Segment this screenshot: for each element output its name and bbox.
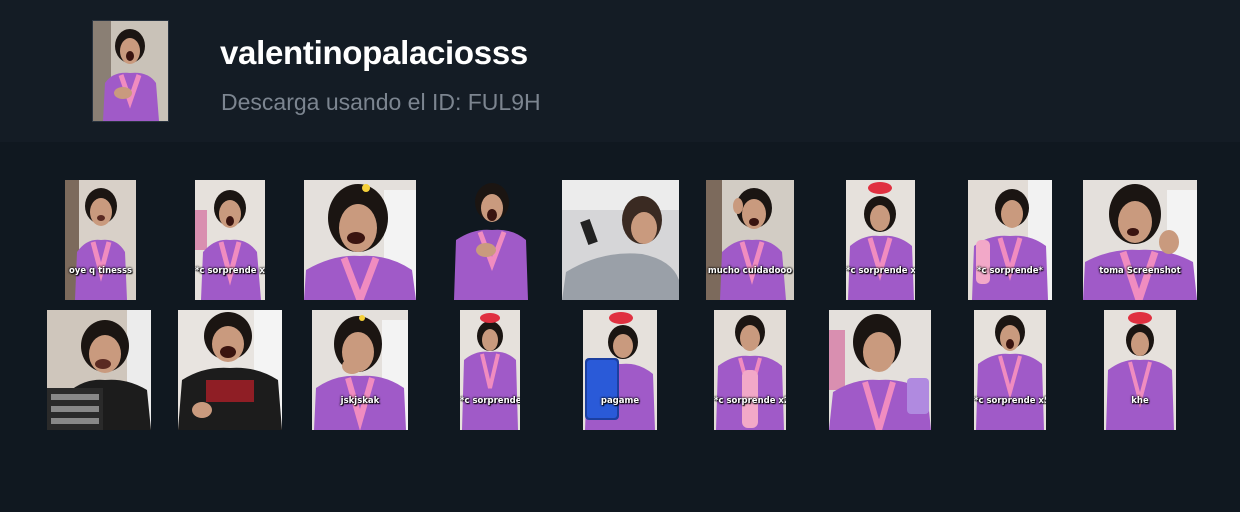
sticker-caption: *c sorprende* bbox=[977, 266, 1043, 277]
sticker-tile[interactable]: *c sorprende* bbox=[968, 180, 1052, 300]
sticker-tile[interactable] bbox=[178, 310, 282, 430]
sticker-tile[interactable]: jskjskak bbox=[312, 310, 408, 430]
sticker-caption: khe bbox=[1131, 396, 1149, 407]
sticker-caption: *c sorprende x4* bbox=[846, 266, 915, 277]
sticker-tile[interactable]: *c sorprende x2* bbox=[714, 310, 786, 430]
sticker-tile[interactable]: *c sorprende x4* bbox=[846, 180, 915, 300]
sticker-image bbox=[452, 180, 530, 300]
sticker-caption: *c sorprende x2* bbox=[714, 396, 786, 407]
sticker-image bbox=[65, 180, 136, 300]
sticker-image bbox=[47, 310, 151, 430]
sticker-tile[interactable]: oye q tinesss bbox=[65, 180, 136, 300]
sticker-image bbox=[178, 310, 282, 430]
sticker-image bbox=[304, 180, 416, 300]
sticker-image bbox=[195, 180, 265, 300]
sticker-tile[interactable] bbox=[452, 180, 530, 300]
sticker-image bbox=[562, 180, 679, 300]
sticker-image bbox=[583, 310, 657, 430]
profile-username: valentinopalaciosss bbox=[220, 34, 528, 71]
sticker-image bbox=[460, 310, 520, 430]
sticker-image bbox=[846, 180, 915, 300]
sticker-caption: jskjskak bbox=[340, 396, 380, 407]
sticker-image bbox=[706, 180, 794, 300]
sticker-tile[interactable]: *c sorprende x3* bbox=[195, 180, 265, 300]
sticker-image bbox=[714, 310, 786, 430]
download-id-text: Descarga usando el ID: FUL9H bbox=[221, 89, 541, 115]
sticker-image bbox=[968, 180, 1052, 300]
sticker-image bbox=[829, 310, 931, 430]
sticker-caption: pagame bbox=[600, 396, 640, 407]
sticker-caption: *c sorprende x7* bbox=[460, 396, 520, 407]
sticker-tile[interactable] bbox=[47, 310, 151, 430]
sticker-image bbox=[1104, 310, 1176, 430]
sticker-image bbox=[1083, 180, 1197, 300]
sticker-caption: oye q tinesss bbox=[68, 266, 133, 277]
sticker-image bbox=[974, 310, 1046, 430]
sticker-tile[interactable]: *c sorprende x5* bbox=[974, 310, 1046, 430]
sticker-tile[interactable] bbox=[829, 310, 931, 430]
sticker-caption: toma Screenshot bbox=[1099, 266, 1181, 277]
sticker-caption: *c sorprende x3* bbox=[195, 266, 265, 277]
profile-header: valentinopalaciosss Descarga usando el I… bbox=[0, 0, 1240, 142]
sticker-tile[interactable]: *c sorprende x7* bbox=[460, 310, 520, 430]
sticker-tile[interactable]: toma Screenshot bbox=[1083, 180, 1197, 300]
profile-avatar[interactable] bbox=[92, 20, 169, 122]
sticker-tile[interactable]: pagame bbox=[583, 310, 657, 430]
sticker-tile[interactable]: mucho cuidadooo bbox=[706, 180, 794, 300]
sticker-tile[interactable] bbox=[562, 180, 679, 300]
sticker-caption: *c sorprende x5* bbox=[974, 396, 1046, 407]
sticker-tile[interactable]: khe bbox=[1104, 310, 1176, 430]
sticker-caption: mucho cuidadooo bbox=[707, 266, 793, 277]
sticker-tile[interactable] bbox=[304, 180, 416, 300]
sticker-image bbox=[312, 310, 408, 430]
